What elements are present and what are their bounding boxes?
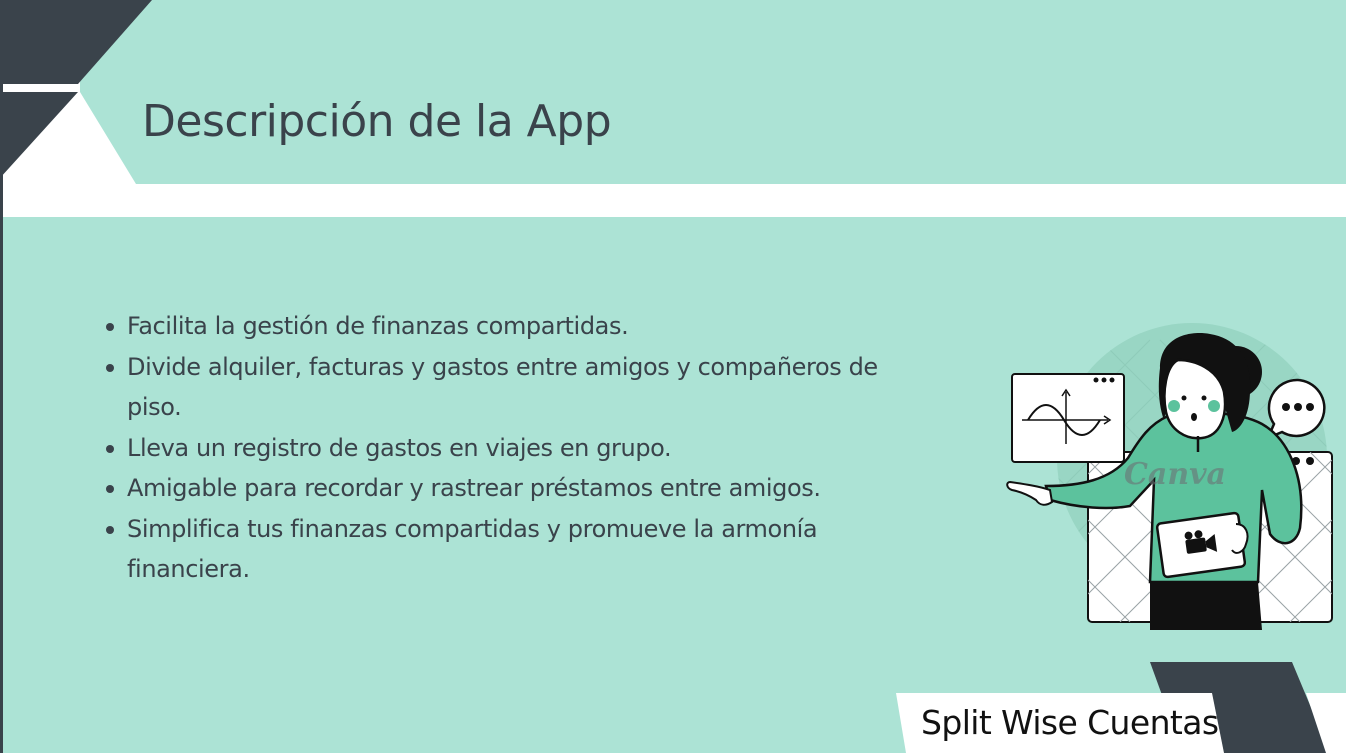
bullet-item: Divide alquiler, facturas y gastos entre… <box>104 347 924 428</box>
pants <box>1150 582 1262 630</box>
bullet-item: Lleva un registro de gastos en viajes en… <box>104 428 924 469</box>
slide: Descripción de la App Facilita la gestió… <box>0 0 1346 753</box>
bullet-item: Amigable para recordar y rastrear présta… <box>104 468 924 509</box>
header-band <box>80 0 1346 184</box>
bullet-item: Facilita la gestión de finanzas comparti… <box>104 306 924 347</box>
page-title: Descripción de la App <box>142 96 612 147</box>
woman-presenting-illustration: Canva <box>1006 323 1333 630</box>
canva-watermark: Canva <box>1124 457 1226 492</box>
footer-brand: Split Wise Cuentas <box>921 703 1219 742</box>
bullet-item: Simplifica tus finanzas compartidas y pr… <box>104 509 924 590</box>
tablet <box>1155 511 1249 579</box>
bullet-list: Facilita la gestión de finanzas comparti… <box>104 306 924 590</box>
